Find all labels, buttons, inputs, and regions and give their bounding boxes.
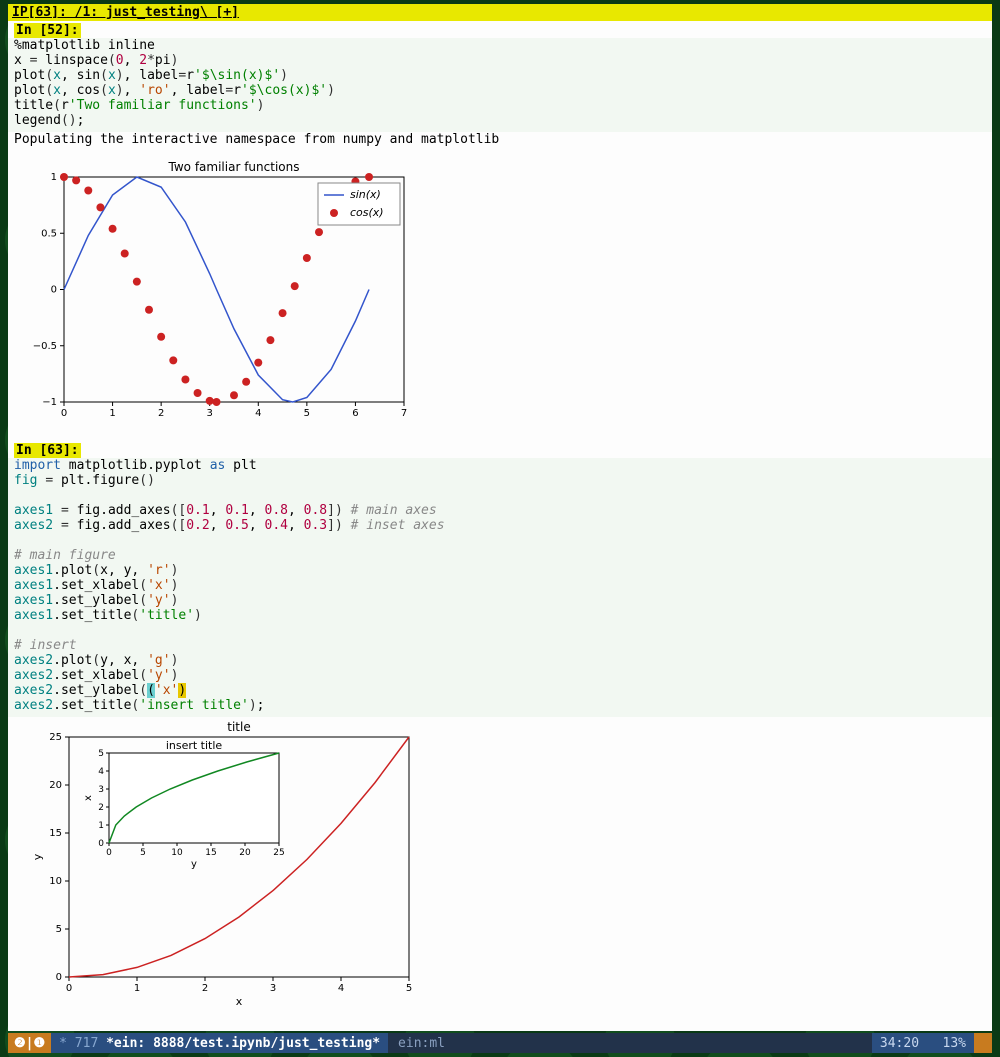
- cell-1-output-text: Populating the interactive namespace fro…: [8, 132, 992, 147]
- svg-text:1: 1: [51, 172, 57, 183]
- svg-text:0: 0: [66, 983, 72, 994]
- cell-2-code[interactable]: import matplotlib.pyplot as plt fig = pl…: [8, 458, 992, 717]
- svg-text:0: 0: [106, 848, 112, 858]
- svg-text:−1: −1: [42, 397, 57, 408]
- svg-text:15: 15: [49, 828, 62, 839]
- svg-text:3: 3: [207, 408, 213, 419]
- svg-text:y: y: [191, 859, 197, 870]
- svg-text:6: 6: [352, 408, 358, 419]
- svg-text:0: 0: [98, 839, 104, 849]
- svg-text:15: 15: [205, 848, 216, 858]
- cell-1-chart: 0 1 2 3 4 5 6 7 −1 −0.5 0 0.5 1 Two familiar function…: [8, 147, 992, 441]
- cell-1-prompt: In [52]:: [14, 23, 81, 38]
- modeline-position: 34:20 13%: [872, 1033, 974, 1053]
- svg-text:20: 20: [49, 780, 62, 791]
- title-bar: IP[63]: /1: just_testing\ [+]: [8, 4, 992, 21]
- cell-1-code[interactable]: %matplotlib inline x = linspace(0, 2*pi)…: [8, 38, 992, 132]
- svg-text:x: x: [83, 795, 94, 801]
- cell-1-header: In [52]:: [8, 21, 992, 38]
- svg-text:2: 2: [202, 983, 208, 994]
- svg-text:25: 25: [49, 732, 62, 743]
- svg-text:insert title: insert title: [166, 739, 223, 752]
- svg-text:4: 4: [255, 408, 261, 419]
- svg-text:title: title: [227, 720, 250, 734]
- svg-text:2: 2: [98, 803, 104, 813]
- svg-text:1: 1: [98, 821, 104, 831]
- modeline: ❷|❶ * 717 *ein: 8888/test.ipynb/just_tes…: [8, 1033, 992, 1053]
- svg-text:2: 2: [158, 408, 164, 419]
- svg-text:Two familiar functions: Two familiar functions: [168, 160, 300, 174]
- svg-text:sin(x): sin(x): [350, 188, 381, 201]
- svg-text:4: 4: [98, 767, 104, 777]
- svg-text:5: 5: [140, 848, 146, 858]
- svg-text:4: 4: [338, 983, 344, 994]
- svg-text:3: 3: [270, 983, 276, 994]
- cell-2-prompt: In [63]:: [14, 443, 81, 458]
- svg-text:5: 5: [56, 924, 62, 935]
- svg-text:0.5: 0.5: [41, 228, 57, 239]
- modeline-right-cap: [974, 1033, 992, 1053]
- paren-highlight: (: [147, 683, 155, 698]
- svg-text:y: y: [31, 853, 44, 860]
- svg-text:1: 1: [134, 983, 140, 994]
- svg-text:10: 10: [49, 876, 62, 887]
- editor-window: IP[63]: /1: just_testing\ [+] In [52]: %…: [8, 4, 992, 1031]
- svg-text:x: x: [236, 995, 243, 1008]
- svg-text:7: 7: [401, 408, 407, 419]
- svg-text:25: 25: [273, 848, 284, 858]
- svg-text:0: 0: [51, 285, 57, 296]
- svg-text:0: 0: [61, 408, 67, 419]
- svg-text:5: 5: [304, 408, 310, 419]
- modeline-buffer-info: * 717 *ein: 8888/test.ipynb/just_testing…: [51, 1033, 388, 1053]
- cell-2-header: In [63]:: [8, 441, 992, 458]
- svg-text:−0.5: −0.5: [33, 341, 57, 352]
- svg-text:3: 3: [98, 785, 104, 795]
- svg-text:0: 0: [56, 972, 62, 983]
- svg-text:20: 20: [239, 848, 251, 858]
- chart-title-with-inset: 0 1 2 3 4 5 0 5 10 15 20 25 title x y 0 5 10 15 20 25 0 1 2 3 4 5 i…: [14, 719, 434, 1009]
- modeline-left-icon: ❷|❶: [8, 1033, 51, 1053]
- cursor: ): [178, 683, 186, 698]
- modeline-mode: ein:ml: [388, 1033, 872, 1053]
- chart-two-familiar-functions: 0 1 2 3 4 5 6 7 −1 −0.5 0 0.5 1 Two familiar function…: [14, 157, 414, 427]
- svg-text:10: 10: [171, 848, 183, 858]
- svg-text:5: 5: [406, 983, 412, 994]
- svg-text:cos(x): cos(x): [350, 206, 384, 219]
- cell-2-chart: 0 1 2 3 4 5 0 5 10 15 20 25 title x y 0 5 10 15 20 25 0 1 2 3 4 5 i…: [8, 717, 992, 1023]
- svg-text:5: 5: [98, 749, 104, 759]
- svg-text:1: 1: [109, 408, 115, 419]
